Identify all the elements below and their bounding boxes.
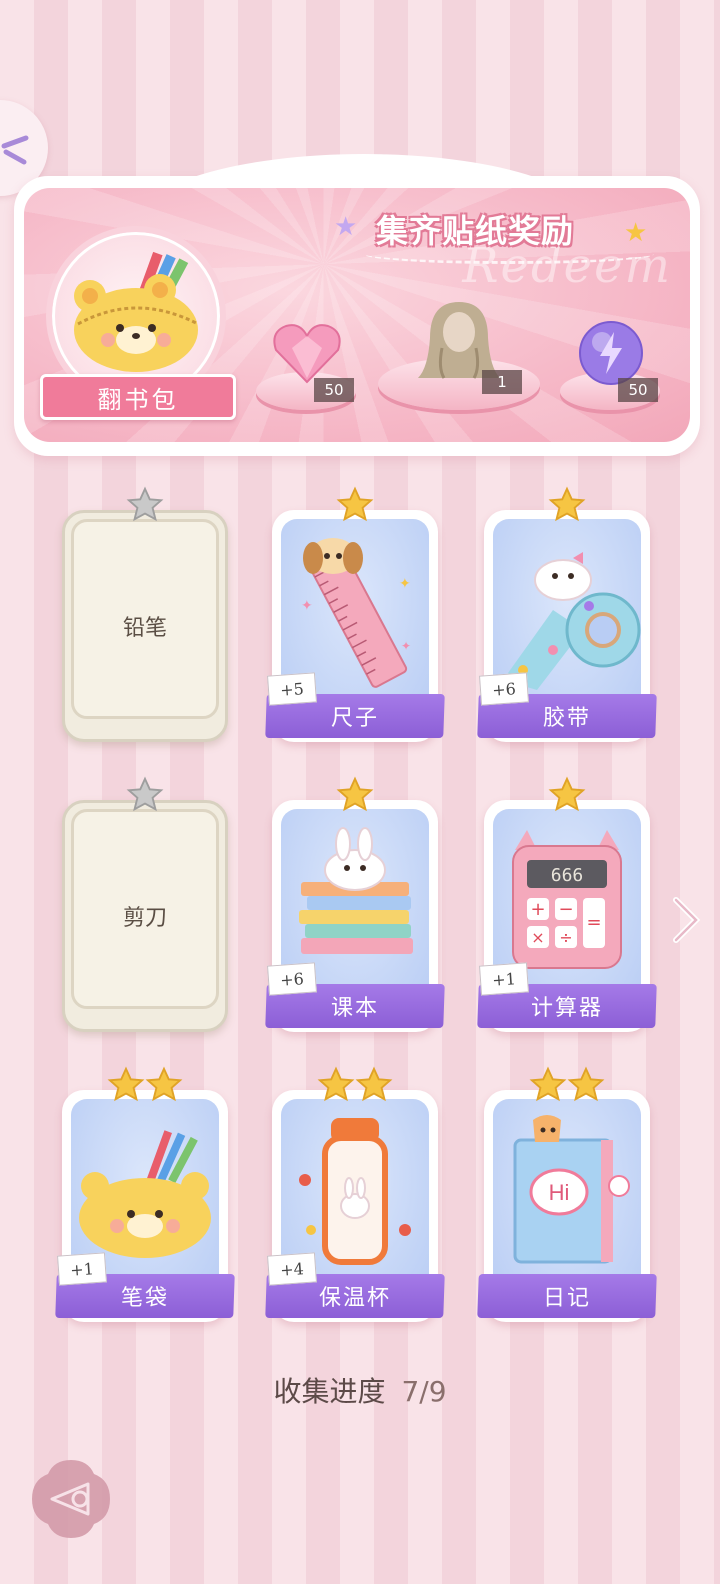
card-bonus-badge: +5 — [267, 672, 317, 706]
next-page-arrow-icon[interactable] — [668, 894, 704, 946]
calculator-display: 666 — [551, 865, 584, 886]
tape-icon — [503, 552, 641, 690]
card-name: 日记 — [542, 1286, 591, 1311]
star-icon — [145, 1066, 183, 1102]
star-icon — [336, 776, 374, 812]
sticker-card-3[interactable]: 胶带 +6 — [477, 486, 657, 742]
sticker-card-9[interactable]: Hi 日记 — [477, 1066, 657, 1322]
card-bonus-badge: +1 — [479, 962, 529, 996]
bag-name-text: 翻书包 — [97, 385, 179, 414]
card-stars — [272, 1066, 438, 1104]
card-stars — [272, 486, 438, 524]
card-stars — [62, 1066, 228, 1104]
card-bonus-badge: +6 — [479, 672, 529, 706]
card-name: 笔袋 — [120, 1286, 169, 1311]
card-bonus-badge: +6 — [267, 962, 317, 996]
diary-icon: Hi — [513, 1115, 630, 1264]
sticker-card-6[interactable]: 666 + − = × ÷ 计算器 +1 — [477, 776, 657, 1032]
card-stars — [272, 776, 438, 814]
sticker-card-2[interactable]: ✦ ✦ ✦ 尺子 +5 — [265, 486, 445, 742]
sticker-card-5[interactable]: 课本 +6 — [265, 776, 445, 1032]
progress-value: 7/9 — [401, 1375, 447, 1408]
diary-hi-text: Hi — [549, 1180, 570, 1205]
hairstyle-icon[interactable] — [404, 298, 514, 380]
card-bonus-badge: +1 — [57, 1252, 107, 1286]
reward-count: 1 — [482, 370, 522, 394]
card-name-bar: 日记 — [477, 1274, 657, 1318]
card-name: 保温杯 — [318, 1286, 391, 1311]
card-name: 铅笔 — [122, 616, 167, 641]
bag-name-label: 翻书包 — [40, 374, 236, 420]
star-icon — [529, 1066, 567, 1102]
star-icon — [548, 486, 586, 522]
ruler-icon: ✦ ✦ ✦ — [301, 538, 411, 688]
svg-text:✦: ✦ — [399, 576, 411, 592]
thermos-icon — [299, 1118, 411, 1265]
calculator-icon: 666 + −= × ÷ — [512, 830, 622, 969]
svg-text:✦: ✦ — [401, 639, 411, 653]
star-icon — [548, 776, 586, 812]
card-name: 尺子 — [330, 706, 379, 731]
card-name: 计算器 — [530, 996, 603, 1021]
textbook-icon — [299, 827, 413, 954]
sticker-card-1[interactable]: 铅笔 — [62, 486, 228, 742]
card-stars — [484, 486, 650, 524]
svg-text:×: × — [531, 928, 544, 947]
star-icon — [336, 486, 374, 522]
svg-text:✦: ✦ — [301, 598, 313, 614]
purple-star-icon: ★ — [334, 212, 358, 242]
progress-label: 收集进度 — [273, 1375, 386, 1408]
back-arrow-icon — [32, 1460, 110, 1538]
star-icon — [567, 1066, 605, 1102]
svg-text:=: = — [586, 912, 601, 933]
svg-text:÷: ÷ — [559, 928, 572, 947]
svg-text:−: − — [558, 899, 573, 920]
svg-text:+: + — [530, 899, 545, 920]
star-icon — [107, 1066, 145, 1102]
gold-star-icon: ★ — [624, 218, 648, 248]
card-name: 课本 — [330, 996, 379, 1021]
card-bonus-badge: +4 — [267, 1252, 317, 1286]
star-icon — [355, 1066, 393, 1102]
heart-gem-icon[interactable] — [272, 322, 342, 386]
collection-progress: 收集进度 7/9 — [0, 1370, 720, 1410]
card-name: 胶带 — [542, 706, 591, 731]
card-stars — [484, 1066, 650, 1104]
reward-count: 50 — [314, 378, 354, 402]
card-stars — [484, 776, 650, 814]
card-name: 剪刀 — [122, 906, 167, 931]
sticker-card-7[interactable]: 笔袋 +1 — [55, 1066, 235, 1322]
banner-title: 集齐贴纸奖励 — [376, 212, 575, 250]
fan-icon — [1, 135, 29, 165]
sticker-card-8[interactable]: 保温杯 +4 — [265, 1066, 445, 1322]
back-button[interactable] — [30, 1458, 112, 1540]
sticker-card-4[interactable]: 剪刀 — [62, 776, 228, 1032]
pencil-case-icon — [79, 1130, 211, 1258]
star-icon — [317, 1066, 355, 1102]
reward-count: 50 — [618, 378, 658, 402]
